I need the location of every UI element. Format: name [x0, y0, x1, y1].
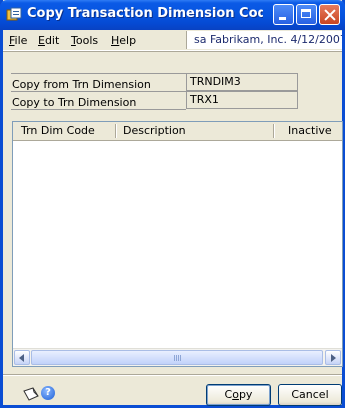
scroll-right-icon[interactable] [325, 350, 341, 365]
app-icon [6, 7, 22, 21]
maximize-button[interactable] [296, 4, 317, 25]
copy-button[interactable]: Copy [206, 384, 271, 406]
column-separator[interactable] [115, 124, 116, 138]
dialog-window: Copy Transaction Dimension Code Co... Fi… [0, 0, 345, 408]
divider [11, 73, 186, 74]
cancel-button[interactable]: Cancel [278, 384, 342, 406]
dimension-code-grid[interactable]: Trn Dim Code Description Inactive [12, 121, 343, 367]
menu-help[interactable]: Help [111, 34, 136, 47]
window-title: Copy Transaction Dimension Code Co... [27, 6, 263, 21]
company-info: sa Fabrikam, Inc. 4/12/2007 [186, 31, 342, 49]
menu-file[interactable]: File [9, 34, 27, 47]
help-icon[interactable]: ? [41, 386, 55, 400]
column-header-trn-dim-code[interactable]: Trn Dim Code [21, 124, 95, 137]
divider [11, 91, 186, 92]
column-header-inactive[interactable]: Inactive [288, 124, 332, 137]
grid-header: Trn Dim Code Description Inactive [13, 122, 342, 141]
title-bar[interactable]: Copy Transaction Dimension Code Co... [0, 0, 345, 30]
divider [3, 374, 342, 375]
menu-edit[interactable]: Edit [38, 34, 59, 47]
scroll-left-icon[interactable] [14, 350, 30, 365]
menu-tools[interactable]: Tools [71, 34, 98, 47]
copy-from-field: TRNDIM3 [186, 73, 298, 91]
copy-to-label: Copy to Trn Dimension [12, 96, 137, 109]
divider [11, 109, 186, 110]
column-separator[interactable] [273, 124, 274, 138]
minimize-button[interactable] [273, 4, 294, 25]
copy-from-label: Copy from Trn Dimension [12, 78, 151, 91]
column-header-description[interactable]: Description [123, 124, 186, 137]
horizontal-scrollbar[interactable] [13, 348, 342, 366]
scroll-thumb[interactable] [31, 350, 323, 365]
copy-to-field[interactable]: TRX1 [186, 91, 298, 109]
note-icon[interactable] [22, 387, 40, 401]
close-button[interactable] [319, 4, 340, 25]
